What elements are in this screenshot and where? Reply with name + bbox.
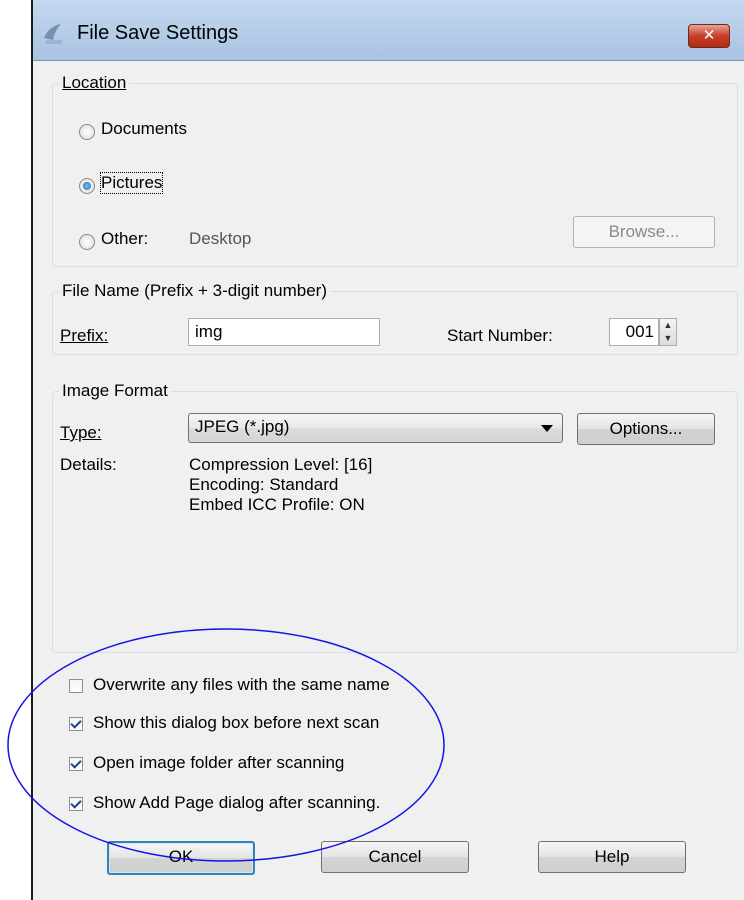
- pictures-radio[interactable]: [79, 178, 95, 194]
- show-dialog-checkbox[interactable]: [69, 717, 83, 731]
- file-name-legend: File Name (Prefix + 3-digit number): [62, 281, 328, 300]
- type-dropdown-value: JPEG (*.jpg): [195, 417, 290, 436]
- ok-button-label: OK: [168, 847, 194, 866]
- overwrite-label[interactable]: Overwrite any files with the same name: [93, 675, 390, 695]
- prefix-label: Prefix:: [60, 326, 109, 345]
- dialog-title: File Save Settings: [77, 22, 239, 44]
- browse-button[interactable]: Browse...: [573, 216, 715, 248]
- other-radio[interactable]: [79, 234, 95, 250]
- show-dialog-label[interactable]: Show this dialog box before next scan: [93, 713, 379, 733]
- start-number-label: Start Number:: [447, 326, 553, 345]
- type-dropdown[interactable]: JPEG (*.jpg): [188, 413, 563, 443]
- details-line: Encoding: Standard: [189, 475, 339, 494]
- dialog-body: Location Documents Pictures Other: Deskt…: [33, 61, 744, 900]
- options-button-label: Options...: [609, 419, 683, 438]
- open-folder-checkbox[interactable]: [69, 757, 83, 771]
- title-bar[interactable]: File Save Settings ✕: [33, 0, 744, 61]
- help-button-label: Help: [594, 847, 630, 866]
- start-number-input[interactable]: 001: [609, 318, 659, 346]
- other-label[interactable]: Other:: [101, 229, 148, 249]
- documents-label[interactable]: Documents: [101, 119, 187, 139]
- open-folder-label[interactable]: Open image folder after scanning: [93, 753, 344, 773]
- overwrite-checkbox[interactable]: [69, 679, 83, 693]
- spin-up-icon[interactable]: ▲: [660, 319, 676, 332]
- browse-button-label: Browse...: [608, 222, 680, 241]
- other-location-value: Desktop: [189, 229, 252, 248]
- scanner-app-icon: [44, 24, 63, 44]
- spin-down-icon[interactable]: ▼: [660, 332, 676, 345]
- add-page-checkbox[interactable]: [69, 797, 83, 811]
- details-label: Details:: [60, 455, 117, 474]
- file-save-settings-dialog: File Save Settings ✕ Location Documents …: [31, 0, 744, 900]
- dropdown-arrow-icon: [541, 425, 553, 432]
- ok-button[interactable]: OK: [107, 841, 255, 875]
- cancel-button-label: Cancel: [368, 847, 422, 866]
- details-line: Compression Level: [16]: [189, 455, 373, 474]
- type-label: Type:: [60, 423, 102, 442]
- pictures-label[interactable]: Pictures: [99, 172, 164, 194]
- cancel-button[interactable]: Cancel: [321, 841, 469, 873]
- options-button[interactable]: Options...: [577, 413, 715, 445]
- start-number-spinner[interactable]: ▲ ▼: [659, 318, 677, 346]
- details-line: Embed ICC Profile: ON: [189, 495, 365, 514]
- documents-radio[interactable]: [79, 124, 95, 140]
- image-format-legend: Image Format: [62, 381, 168, 400]
- details-text: Compression Level: [16] Encoding: Standa…: [189, 455, 372, 515]
- close-icon: ✕: [702, 27, 716, 44]
- add-page-label[interactable]: Show Add Page dialog after scanning.: [93, 793, 380, 813]
- help-button[interactable]: Help: [538, 841, 686, 873]
- close-button[interactable]: ✕: [688, 24, 730, 48]
- location-legend: Location: [62, 73, 127, 92]
- prefix-input[interactable]: img: [188, 318, 380, 346]
